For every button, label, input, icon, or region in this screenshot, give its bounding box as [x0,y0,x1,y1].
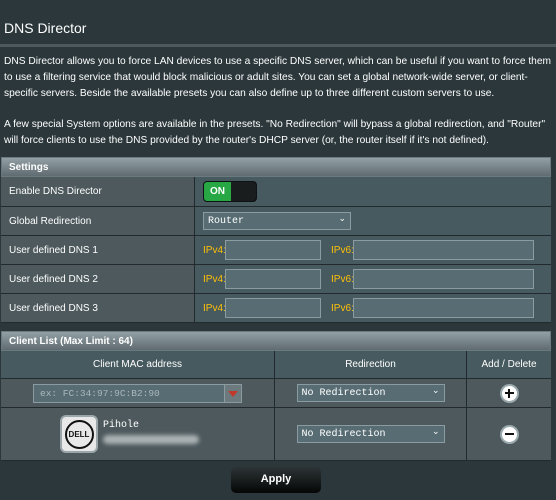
page-title: DNS Director [4,20,87,36]
toggle-on-label: ON [204,182,231,201]
dns1-ipv4-label: IPv4: [203,244,226,256]
dns3-ipv4-input[interactable] [225,298,321,318]
global-redirection-value: Router [208,216,245,227]
toggle-knob [231,182,256,201]
dns3-ipv6-label: IPv6: [331,302,354,314]
dell-logo-icon: DELL [60,415,98,453]
new-client-redirection-select[interactable]: No Redirection ⌄ [296,384,445,402]
client-list-section: Client List (Max Limit : 64) Client MAC … [1,331,551,461]
dns2-row: User defined DNS 2 IPv4: IPv6: [1,265,551,294]
chevron-down-icon: ⌄ [431,386,440,396]
settings-heading: Settings [1,157,551,177]
client-name: Pihole [103,420,140,431]
global-redirection-select[interactable]: Router ⌄ [203,212,351,230]
col-add-delete-header: Add / Delete [481,359,537,370]
client-redirection-value: No Redirection [301,429,386,440]
chevron-down-icon: ⌄ [431,427,440,437]
dns3-ipv4-label: IPv4: [203,302,226,314]
dns1-ipv6-input[interactable] [353,240,534,260]
dell-logo-text: DELL [64,419,94,449]
dns3-ipv6-input[interactable] [353,298,534,318]
client-entry-row: DELL Pihole No Redirection ⌄ [1,408,551,461]
client-table: Client MAC address Redirection Add / Del… [1,351,551,461]
dns1-row: User defined DNS 1 IPv4: IPv6: [1,236,551,265]
global-redirection-label: Global Redirection [1,207,195,235]
col-mac-header: Client MAC address [1,351,275,378]
chevron-down-icon: ⌄ [338,214,346,224]
dns1-label: User defined DNS 1 [1,236,195,264]
client-table-header: Client MAC address Redirection Add / Del… [1,351,551,379]
new-client-row: ex: FC:34:97:9C:B2:90 No Redirection ⌄ [1,379,551,408]
client-list-heading: Client List (Max Limit : 64) [1,331,551,351]
mac-address-input[interactable]: ex: FC:34:97:9C:B2:90 [33,383,225,403]
dns3-label: User defined DNS 3 [1,294,195,322]
dns1-ipv4-input[interactable] [225,240,321,260]
dns2-ipv4-label: IPv4: [203,273,226,285]
mac-dropdown-button[interactable] [225,383,242,403]
enable-toggle[interactable]: ON [203,181,257,202]
apply-button[interactable]: Apply [231,467,321,493]
add-client-button[interactable] [499,383,519,403]
col-redirection-header: Redirection [275,351,467,378]
dns2-ipv6-label: IPv6: [331,273,354,285]
enable-row: Enable DNS Director ON [1,177,551,207]
enable-label: Enable DNS Director [1,177,195,206]
redacted-client-detail [103,435,199,444]
title-divider [0,44,556,47]
client-redirection-select[interactable]: No Redirection ⌄ [296,425,445,443]
dns1-ipv6-label: IPv6: [331,244,354,256]
dns2-label: User defined DNS 2 [1,265,195,293]
global-redirection-row: Global Redirection Router ⌄ [1,207,551,236]
description-paragraph-1: DNS Director allows you to force LAN dev… [4,56,551,99]
delete-client-button[interactable] [499,424,519,444]
description-paragraph-2: A few special System options are availab… [4,119,546,146]
dns2-ipv6-input[interactable] [353,269,534,289]
dns2-ipv4-input[interactable] [225,269,321,289]
settings-section: Settings Enable DNS Director ON Global R… [1,157,551,323]
new-client-redirection-value: No Redirection [301,388,386,399]
dns3-row: User defined DNS 3 IPv4: IPv6: [1,294,551,323]
